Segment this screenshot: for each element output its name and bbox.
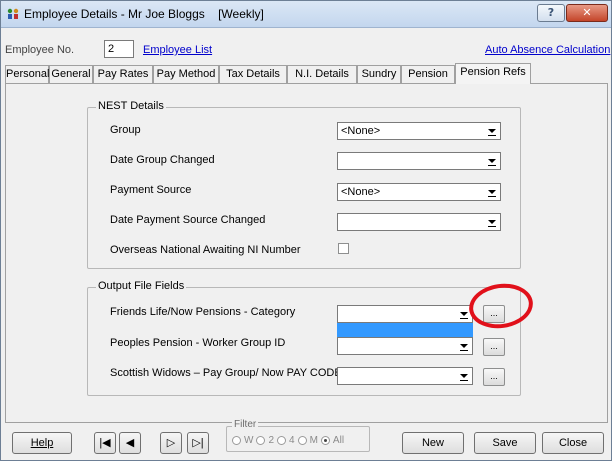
filter-option-2: 2 xyxy=(268,435,275,446)
last-record-button[interactable]: ▷| xyxy=(187,432,209,454)
filter-radio-2[interactable] xyxy=(256,436,266,445)
filter-radio-4[interactable] xyxy=(277,436,287,445)
next-record-button[interactable]: ▷ xyxy=(160,432,182,454)
friends-life-category-label: Friends Life/Now Pensions - Category xyxy=(110,306,296,318)
employee-no-label: Employee No. xyxy=(5,44,75,56)
app-icon xyxy=(7,8,19,19)
filter-radio-all[interactable] xyxy=(320,436,330,445)
scottish-widows-select[interactable] xyxy=(337,367,473,385)
tab-pay-rates[interactable]: Pay Rates xyxy=(93,65,153,83)
filter-option-all: All xyxy=(332,435,345,446)
peoples-pension-ellipsis-button[interactable]: ... xyxy=(483,338,505,356)
scottish-widows-label: Scottish Widows – Pay Group/ Now PAY COD… xyxy=(110,367,342,379)
chevron-down-icon[interactable] xyxy=(457,369,471,383)
overseas-national-checkbox[interactable] xyxy=(338,243,349,254)
date-payment-source-changed-label: Date Payment Source Changed xyxy=(110,214,266,226)
window-title: Employee Details - Mr Joe Bloggs [Weekly… xyxy=(24,7,264,21)
date-group-changed-select[interactable] xyxy=(337,152,501,170)
filter-group: Filter W 2 4 M All xyxy=(226,419,370,452)
close-button[interactable]: Close xyxy=(542,432,604,454)
chevron-down-icon[interactable] xyxy=(485,124,499,138)
auto-absence-calculation-link[interactable]: Auto Absence Calculation xyxy=(485,44,610,56)
nest-details-title: NEST Details xyxy=(96,100,166,112)
employee-details-window: Employee Details - Mr Joe Bloggs [Weekly… xyxy=(0,0,612,461)
first-record-button[interactable]: |◀ xyxy=(94,432,116,454)
employee-list-link[interactable]: Employee List xyxy=(143,44,212,56)
filter-radio-row: W 2 4 M All xyxy=(232,435,344,446)
chevron-down-icon[interactable] xyxy=(485,215,499,229)
payment-source-value: <None> xyxy=(341,186,381,198)
filter-option-4: 4 xyxy=(289,435,295,446)
scottish-widows-ellipsis-button[interactable]: ... xyxy=(483,368,505,386)
filter-radio-m[interactable] xyxy=(297,436,307,445)
previous-record-button[interactable]: ◀ xyxy=(119,432,141,454)
tab-general[interactable]: General xyxy=(49,65,93,83)
group-select[interactable]: <None> xyxy=(337,122,501,140)
dropdown-highlight-row[interactable] xyxy=(337,323,473,337)
tab-sundry[interactable]: Sundry xyxy=(357,65,401,83)
friends-life-category-select[interactable] xyxy=(337,305,473,323)
tab-tax-details[interactable]: Tax Details xyxy=(219,65,287,83)
save-button[interactable]: Save xyxy=(474,432,536,454)
window-close-button[interactable]: ✕ xyxy=(566,4,608,22)
help-button-label: Help xyxy=(30,437,54,449)
peoples-pension-select[interactable] xyxy=(337,337,473,355)
tab-ni-details[interactable]: N.I. Details xyxy=(287,65,357,83)
date-payment-source-changed-select[interactable] xyxy=(337,213,501,231)
title-bar[interactable]: Employee Details - Mr Joe Bloggs [Weekly… xyxy=(1,1,611,28)
chevron-down-icon[interactable] xyxy=(485,185,499,199)
date-group-changed-label: Date Group Changed xyxy=(110,154,215,166)
filter-radio-w[interactable] xyxy=(232,436,241,445)
employee-no-input[interactable]: 2 xyxy=(104,40,134,58)
tab-personal[interactable]: Personal xyxy=(5,65,49,83)
payment-source-label: Payment Source xyxy=(110,184,192,196)
filter-option-m: M xyxy=(309,435,318,446)
overseas-national-label: Overseas National Awaiting NI Number xyxy=(110,244,301,256)
chevron-down-icon[interactable] xyxy=(485,154,499,168)
filter-title: Filter xyxy=(232,419,259,430)
filter-option-w: W xyxy=(244,435,254,446)
tab-pension[interactable]: Pension xyxy=(401,65,455,83)
chevron-down-icon[interactable] xyxy=(457,339,471,353)
group-select-value: <None> xyxy=(341,125,381,137)
title-help-button[interactable]: ? xyxy=(537,4,565,22)
tab-pay-method[interactable]: Pay Method xyxy=(153,65,219,83)
tab-pension-refs[interactable]: Pension Refs xyxy=(455,63,531,84)
group-label: Group xyxy=(110,124,141,136)
output-file-fields-title: Output File Fields xyxy=(96,280,187,292)
peoples-pension-label: Peoples Pension - Worker Group ID xyxy=(110,337,286,349)
payment-source-select[interactable]: <None> xyxy=(337,183,501,201)
help-button[interactable]: Help xyxy=(12,432,72,454)
new-button[interactable]: New xyxy=(402,432,464,454)
